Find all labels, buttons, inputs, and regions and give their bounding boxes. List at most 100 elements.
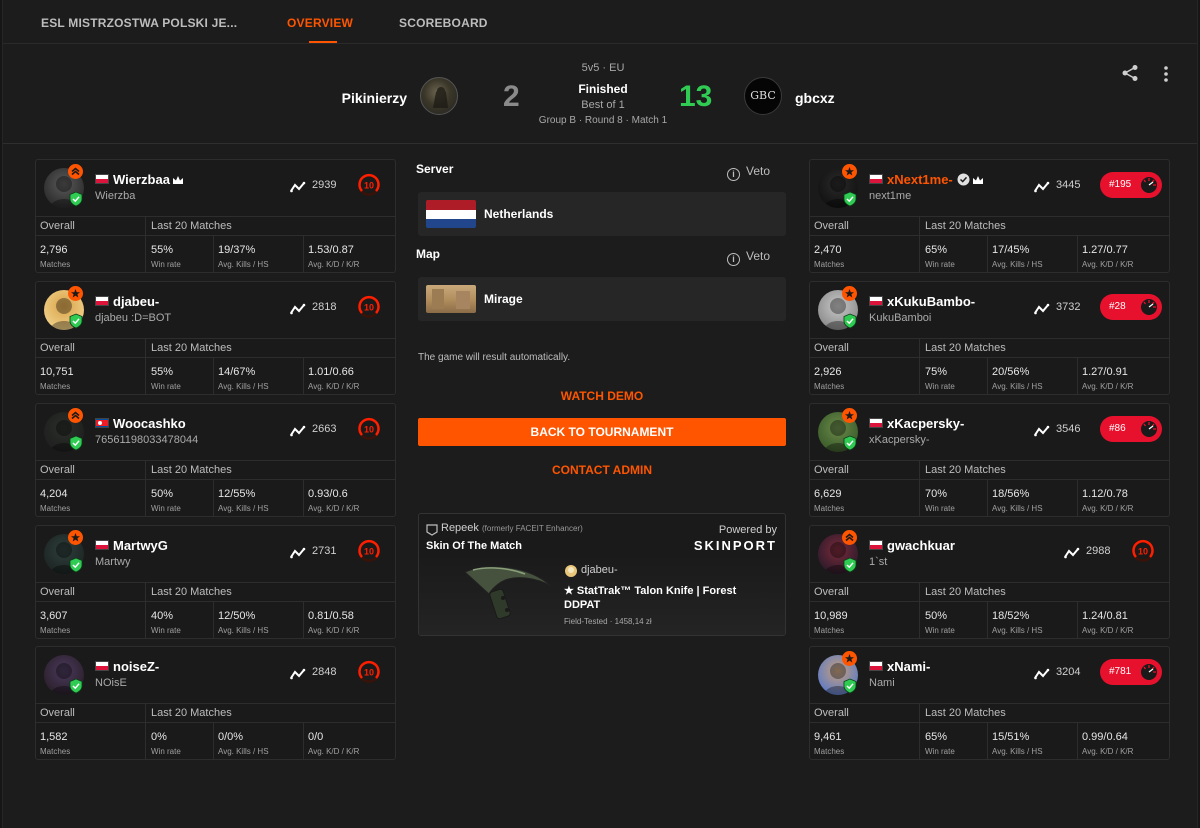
team1-name[interactable]: Pikinierzy (309, 90, 407, 106)
player-card[interactable]: Woocashko 76561198033478044 10 2663 Overall L… (35, 403, 396, 517)
stat-label-winrate: Win rate (151, 504, 181, 513)
team1-logo[interactable] (420, 77, 458, 115)
player-real-name: djabeu :D=BOT (95, 312, 172, 324)
player-real-name: Wierzba (95, 190, 136, 202)
repeek-logo-icon (426, 523, 438, 541)
player-nickname[interactable]: gwachkuar (887, 538, 955, 553)
player-nickname[interactable]: xKacpersky- (887, 416, 964, 431)
server-veto-button[interactable]: i Veto (727, 164, 770, 181)
player-nickname[interactable]: xNext1me- (887, 172, 984, 189)
player-card[interactable]: xNext1me-next1me #195 3445 Overall Last 20 M… (809, 159, 1170, 273)
app-frame: ESL MISTRZOSTWA POLSKI JE... OVERVIEW SC… (2, 0, 1198, 828)
divider (145, 460, 146, 480)
stat-winrate: 40% (151, 610, 174, 622)
contact-admin-link[interactable]: CONTACT ADMIN (418, 463, 786, 477)
player-nickname[interactable]: xKukuBambo- (887, 294, 975, 309)
crown-icon (972, 173, 984, 188)
player-nickname[interactable]: djabeu- (113, 294, 159, 309)
back-to-tournament-button[interactable]: BACK TO TOURNAMENT (418, 418, 786, 446)
share-icon[interactable] (1121, 64, 1139, 87)
last20-label: Last 20 Matches (151, 220, 232, 232)
skin-item-name-line2: DDPAT (564, 599, 601, 611)
stat-label-kills-hs: Avg. Kills / HS (992, 747, 1043, 756)
stats-header-row: Overall Last 20 Matches (810, 338, 1169, 358)
player-card[interactable]: xKacpersky-xKacpersky- #86 3546 Overall Last… (809, 403, 1170, 517)
divider (919, 216, 920, 236)
team2-name[interactable]: gbcxz (795, 90, 835, 106)
stat-label-kd-kr: Avg. K/D / K/R (1082, 382, 1134, 391)
player-elo: 2848 (312, 666, 337, 678)
player-nickname[interactable]: Woocashko (113, 416, 186, 431)
elo-trend-icon (1064, 546, 1080, 559)
player-real-name: xKacpersky- (869, 434, 930, 446)
player-nickname-text: MartwyG (113, 538, 168, 553)
player-nickname[interactable]: Wierzbaa (113, 172, 184, 188)
stat-winrate: 55% (151, 366, 174, 378)
player-nickname[interactable]: MartwyG (113, 538, 168, 553)
overall-label: Overall (40, 707, 75, 719)
divider (987, 602, 988, 639)
divider (145, 216, 146, 236)
player-card[interactable]: xKukuBambo- KukuBamboi #28 3732 Overall Last … (809, 281, 1170, 395)
map-veto-button[interactable]: i Veto (727, 249, 770, 266)
player-card[interactable]: MartwyG Martwy 10 2731 Overall Last 20 Matche… (35, 525, 396, 639)
player-card[interactable]: gwachkuar 1`st 10 2988 Overall Last 20 Matche… (809, 525, 1170, 639)
player-card[interactable]: Wierzbaa Wierzba 10 2939 Overall Last 20 Matc… (35, 159, 396, 273)
player-nickname-text: xKacpersky- (887, 416, 965, 431)
player-nickname[interactable]: xNami- (887, 659, 930, 674)
divider (145, 236, 146, 273)
team2-logo-text: GBC (750, 89, 776, 102)
stat-label-winrate: Win rate (151, 260, 181, 269)
player-rank-badge: #28 (1100, 294, 1162, 320)
divider (145, 338, 146, 358)
stat-kd-kr: 1.12/0.78 (1082, 488, 1128, 500)
last20-label: Last 20 Matches (925, 586, 1006, 598)
elo-trend-icon (290, 302, 306, 315)
stat-kills-hs: 14/67% (218, 366, 256, 378)
stat-label-kills-hs: Avg. Kills / HS (992, 382, 1043, 391)
watch-demo-link[interactable]: WATCH DEMO (418, 389, 786, 403)
stat-kills-hs: 12/50% (218, 610, 256, 622)
skin-of-match-card[interactable]: Repeek (formerly FACEIT Enhancer) Skin O… (418, 513, 786, 636)
stat-label-matches: Matches (814, 504, 845, 513)
stat-label-kills-hs: Avg. Kills / HS (218, 747, 269, 756)
player-card[interactable]: xNami- Nami #781 3204 Overall Last 20 Matches… (809, 646, 1170, 760)
server-name: Netherlands (484, 207, 554, 221)
divider (919, 602, 920, 639)
divider (987, 358, 988, 395)
skinport-logo[interactable]: SKINPORT (694, 538, 777, 553)
more-options-icon[interactable] (1163, 66, 1169, 87)
stats-header-row: Overall Last 20 Matches (36, 216, 395, 236)
stat-label-matches: Matches (40, 382, 71, 391)
map-box: Mirage (418, 277, 786, 321)
poland-flag-icon (869, 174, 883, 184)
map-label: Map (416, 247, 440, 261)
player-card[interactable]: noiseZ- NOisE 10 2848 Overall Last 20 Matches… (35, 646, 396, 760)
stat-label-matches: Matches (40, 260, 71, 269)
stat-label-matches: Matches (814, 382, 845, 391)
player-nickname[interactable]: noiseZ- (113, 659, 159, 674)
stat-label-matches: Matches (814, 626, 845, 635)
tab-scoreboard[interactable]: SCOREBOARD (399, 16, 488, 30)
stat-label-kills-hs: Avg. Kills / HS (218, 626, 269, 635)
player-card[interactable]: djabeu-djabeu :D=BOT 10 2818 Overall Last 20… (35, 281, 396, 395)
skin-condition-price: Field-Tested · 1458,14 zł (564, 617, 652, 626)
elo-trend-icon (1034, 424, 1050, 437)
player-nickname-text: Wierzbaa (113, 172, 170, 187)
last20-label: Last 20 Matches (151, 342, 232, 354)
skin-title: Skin Of The Match (426, 540, 522, 552)
tab-tournament[interactable]: ESL MISTRZOSTWA POLSKI JE... (41, 16, 237, 30)
tab-overview[interactable]: OVERVIEW (287, 16, 353, 30)
divider (303, 602, 304, 639)
skin-brand: Repeek (441, 522, 479, 534)
divider (919, 703, 920, 723)
shield-verified-icon (69, 313, 83, 329)
stat-kd-kr: 0/0 (308, 731, 324, 743)
elo-trend-icon (1034, 667, 1050, 680)
elo-trend-icon (290, 180, 306, 193)
team2-logo[interactable]: GBC (744, 77, 782, 115)
player-real-name: 76561198033478044 (95, 434, 199, 446)
divider (213, 723, 214, 760)
last20-label: Last 20 Matches (925, 707, 1006, 719)
netherlands-flag-icon (426, 200, 476, 228)
